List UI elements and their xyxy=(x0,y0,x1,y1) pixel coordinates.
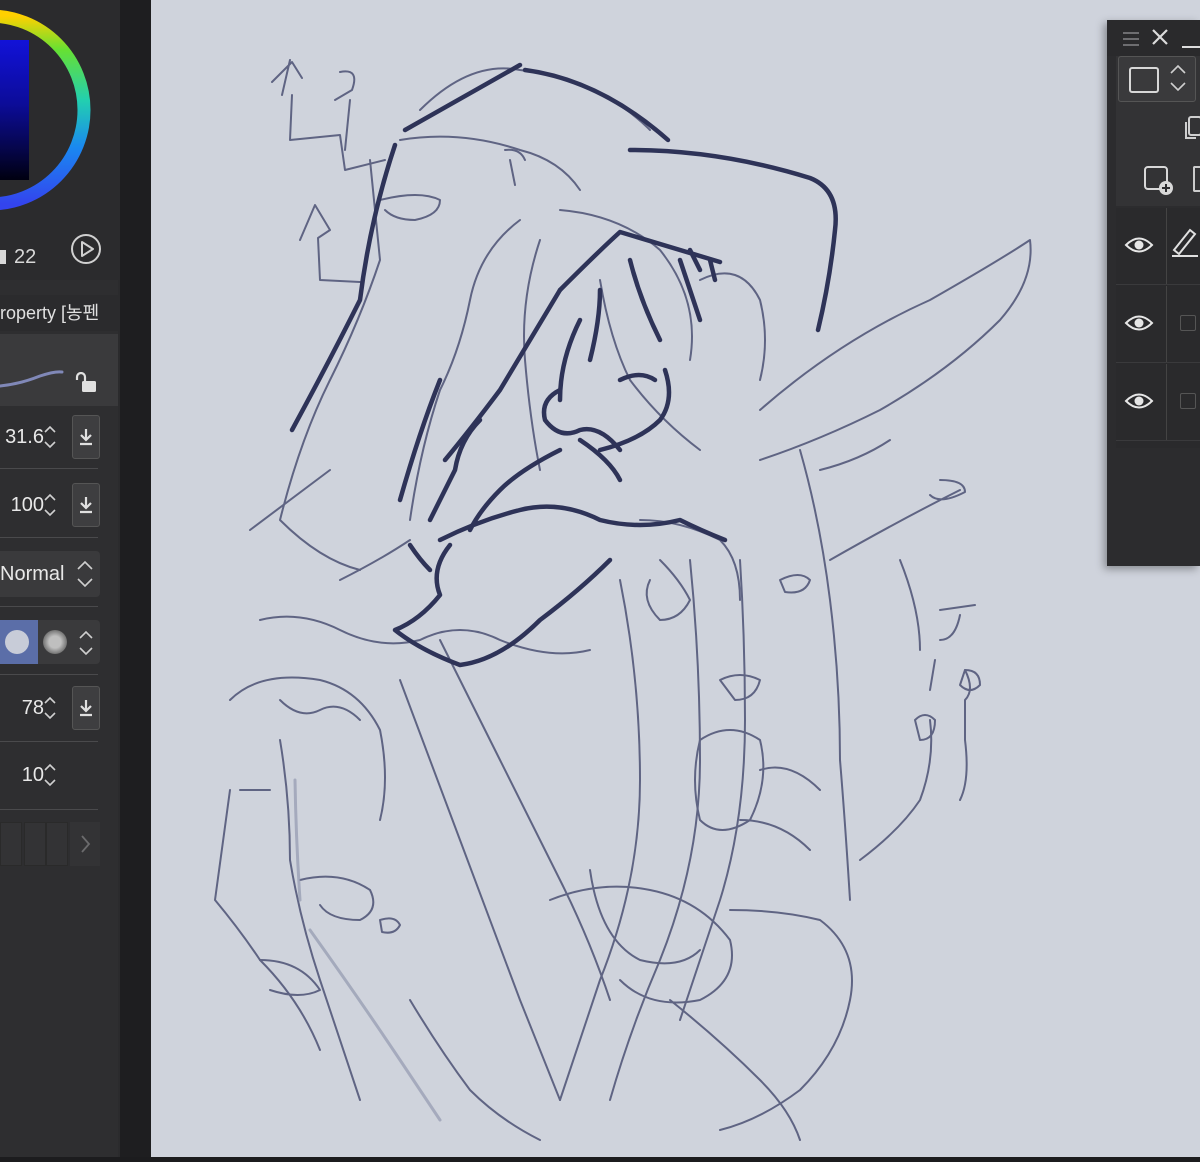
close-icon[interactable] xyxy=(1151,28,1169,46)
play-button[interactable] xyxy=(71,234,101,264)
sub-tool-slot[interactable] xyxy=(46,822,68,866)
eye-icon[interactable] xyxy=(1124,312,1154,334)
scroll-right-button[interactable] xyxy=(70,822,100,866)
pen-icon xyxy=(1172,228,1198,257)
layer-panel xyxy=(1107,20,1200,566)
divider xyxy=(0,741,98,742)
stabilization-spinner[interactable] xyxy=(44,762,56,788)
divider xyxy=(0,809,98,810)
layer-panel-titlebar[interactable] xyxy=(1107,20,1200,56)
saturation-value-square[interactable] xyxy=(0,40,29,180)
divider xyxy=(1166,364,1167,440)
menu-icon[interactable] xyxy=(1123,32,1139,46)
rectangle-icon xyxy=(1129,67,1159,93)
layer-row[interactable] xyxy=(1116,286,1200,363)
layer-checkbox[interactable] xyxy=(1180,315,1196,331)
tool-property-tab[interactable]: roperty [농펜 xyxy=(0,295,120,331)
brush-stroke-preview xyxy=(0,334,118,406)
brush-size-readout: 22 xyxy=(0,246,50,269)
lock-icon[interactable] xyxy=(75,372,99,394)
divider xyxy=(0,468,98,469)
eye-icon[interactable] xyxy=(1124,234,1154,256)
sketch-drawing xyxy=(214,59,1032,1141)
download-icon xyxy=(80,700,92,717)
opacity-value[interactable]: 100 xyxy=(11,483,44,527)
layer-checkbox[interactable] xyxy=(1180,393,1196,409)
soft-tip-icon[interactable] xyxy=(43,630,67,654)
stabilization-value[interactable]: 10 xyxy=(22,753,44,797)
stabilization-row: 10 xyxy=(0,753,102,797)
tool-property-panel: 22 roperty [농펜 31.6 100 Normal 78 10 xyxy=(0,0,120,1157)
folder-icon[interactable] xyxy=(1193,166,1200,192)
minimize-button[interactable] xyxy=(1182,46,1200,48)
hard-tip-icon[interactable] xyxy=(5,630,29,654)
download-icon xyxy=(80,497,92,514)
download-icon xyxy=(80,429,92,446)
brush-size-row: 31.6 xyxy=(0,415,102,459)
stroke-preview-curve xyxy=(0,370,64,388)
density-value[interactable]: 78 xyxy=(22,686,44,730)
brush-size-download-button[interactable] xyxy=(72,415,100,459)
blend-mode-value: Normal xyxy=(0,563,65,585)
panel-gutter xyxy=(120,0,151,1157)
opacity-row: 100 xyxy=(0,483,102,527)
chevron-updown-icon[interactable] xyxy=(78,628,94,658)
brush-tip-selector[interactable] xyxy=(0,620,100,664)
layer-row[interactable] xyxy=(1116,208,1200,285)
layer-row[interactable] xyxy=(1116,364,1200,441)
density-row: 78 xyxy=(0,686,102,730)
divider xyxy=(1166,208,1167,284)
divider xyxy=(1166,286,1167,362)
opacity-download-button[interactable] xyxy=(72,483,100,527)
chevron-updown-icon xyxy=(1170,64,1186,92)
opacity-spinner[interactable] xyxy=(44,492,56,518)
play-icon xyxy=(81,241,94,257)
brush-size-spinner[interactable] xyxy=(44,424,56,450)
blend-mode-select[interactable]: Normal xyxy=(0,551,100,597)
density-spinner[interactable] xyxy=(44,695,56,721)
density-download-button[interactable] xyxy=(72,686,100,730)
sub-tool-strip xyxy=(0,822,100,866)
divider xyxy=(0,606,98,607)
layer-shape-select[interactable] xyxy=(1118,56,1196,102)
copy-icon[interactable] xyxy=(1185,114,1200,140)
eye-icon[interactable] xyxy=(1124,390,1154,412)
sub-tool-slot[interactable] xyxy=(0,822,22,866)
sub-tool-slot[interactable] xyxy=(24,822,46,866)
divider xyxy=(0,537,98,538)
new-layer-icon[interactable] xyxy=(1142,164,1176,196)
chevron-right-icon xyxy=(81,835,91,853)
brush-size-value[interactable]: 31.6 xyxy=(5,415,44,459)
color-wheel-panel: 22 xyxy=(0,0,120,278)
divider xyxy=(0,674,98,675)
chevron-updown-icon xyxy=(77,560,93,588)
drawing-canvas[interactable] xyxy=(151,0,1200,1157)
